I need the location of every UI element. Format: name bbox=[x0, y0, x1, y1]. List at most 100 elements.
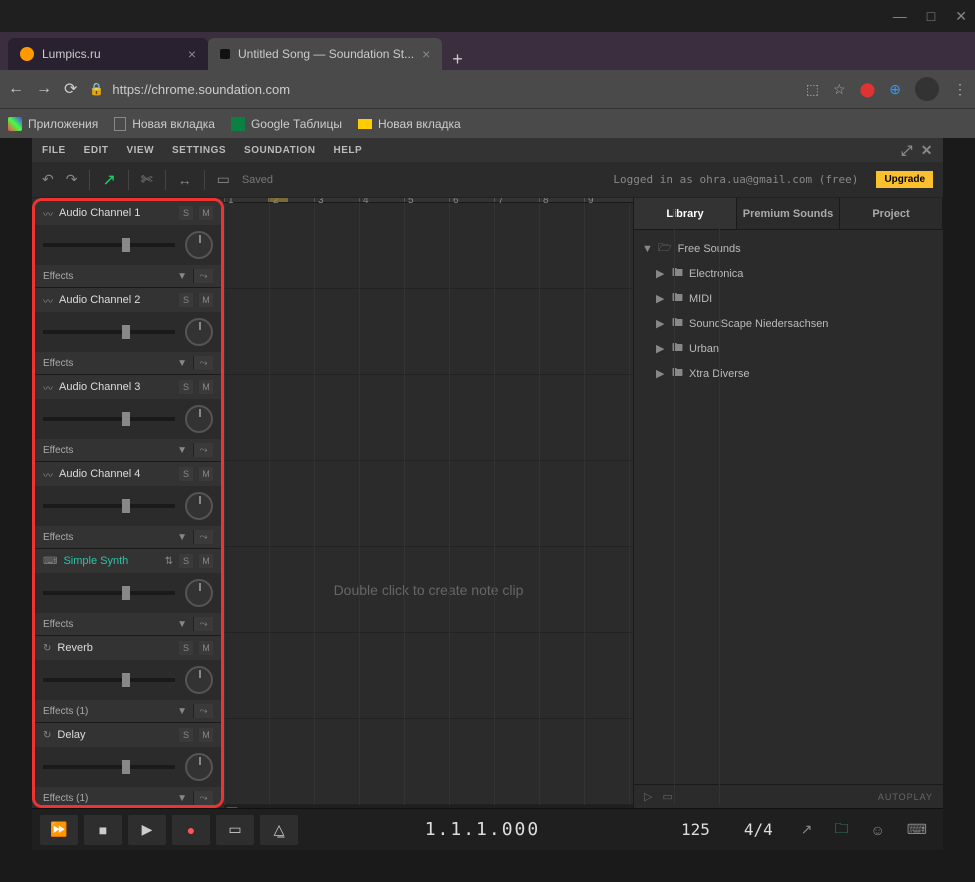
channel-name[interactable]: Simple Synth bbox=[63, 555, 158, 567]
piano-icon[interactable]: ⌨ bbox=[899, 821, 935, 838]
fx-route-button[interactable]: ⤳ bbox=[193, 530, 213, 544]
track-row[interactable] bbox=[224, 289, 633, 375]
tab-soundation[interactable]: Untitled Song — Soundation St... × bbox=[208, 38, 442, 70]
translate-icon[interactable]: ⬚ bbox=[806, 81, 819, 98]
volume-slider[interactable] bbox=[43, 765, 175, 769]
rewind-button[interactable]: ⏩ bbox=[40, 815, 78, 845]
dropdown-icon[interactable]: ▼ bbox=[177, 619, 187, 630]
volume-slider[interactable] bbox=[43, 504, 175, 508]
mute-button[interactable]: M bbox=[199, 206, 213, 220]
effects-row[interactable]: Effects ▼ ⤳ bbox=[35, 526, 221, 548]
dropdown-icon[interactable]: ▼ bbox=[177, 271, 187, 282]
menu-settings[interactable]: SETTINGS bbox=[172, 145, 226, 156]
slider-thumb[interactable] bbox=[122, 238, 130, 252]
undo-button[interactable]: ↶ bbox=[42, 171, 54, 188]
fx-route-button[interactable]: ⤳ bbox=[193, 443, 213, 457]
solo-button[interactable]: S bbox=[179, 293, 193, 307]
pan-knob[interactable] bbox=[185, 231, 213, 259]
track-row[interactable] bbox=[224, 203, 633, 289]
profile-avatar[interactable] bbox=[915, 77, 939, 101]
channel-header[interactable]: 〰 Audio Channel 4 S M bbox=[35, 462, 221, 486]
bookmark-item[interactable]: Новая вкладка bbox=[114, 117, 215, 131]
share-icon[interactable]: ↗ bbox=[793, 821, 821, 838]
slider-thumb[interactable] bbox=[122, 325, 130, 339]
dropdown-icon[interactable]: ▼ bbox=[177, 706, 187, 717]
mute-button[interactable]: M bbox=[199, 728, 213, 742]
dropdown-icon[interactable]: ▼ bbox=[177, 358, 187, 369]
channel-name[interactable]: Audio Channel 3 bbox=[59, 381, 173, 393]
effects-row[interactable]: Effects ▼ ⤳ bbox=[35, 613, 221, 635]
solo-button[interactable]: S bbox=[179, 728, 193, 742]
track-row[interactable]: Double click to create note clip bbox=[224, 547, 633, 633]
maximize-button[interactable]: □ bbox=[927, 8, 935, 24]
channel-header[interactable]: ↻ Delay S M bbox=[35, 723, 221, 747]
cut-tool[interactable]: ✄ bbox=[141, 171, 153, 188]
channel-name[interactable]: Audio Channel 2 bbox=[59, 294, 173, 306]
volume-slider[interactable] bbox=[43, 678, 175, 682]
pointer-tool[interactable]: ↗ bbox=[102, 170, 115, 190]
upgrade-button[interactable]: Upgrade bbox=[876, 171, 933, 188]
tab-premium[interactable]: Premium Sounds bbox=[737, 198, 840, 229]
tempo-display[interactable]: 125 bbox=[667, 820, 724, 839]
track-row[interactable] bbox=[224, 719, 633, 805]
slider-thumb[interactable] bbox=[122, 673, 130, 687]
url-field[interactable]: 🔒 https://chrome.soundation.com bbox=[89, 82, 793, 97]
menu-help[interactable]: HELP bbox=[334, 145, 363, 156]
save-icon[interactable]: ▭ bbox=[217, 171, 230, 188]
scroll-thumb[interactable] bbox=[226, 807, 238, 808]
forward-button[interactable]: → bbox=[36, 80, 52, 98]
tree-item[interactable]: ▶ 🖿 Urban bbox=[638, 336, 939, 361]
apps-bookmark[interactable]: Приложения bbox=[8, 117, 98, 131]
effects-row[interactable]: Effects ▼ ⤳ bbox=[35, 439, 221, 461]
tree-root[interactable]: ▼ 🗁 Free Sounds bbox=[638, 236, 939, 261]
expand-icon[interactable]: ⤢ bbox=[901, 142, 913, 159]
channel-name[interactable]: Delay bbox=[57, 729, 173, 741]
effects-row[interactable]: Effects (1) ▼ ⤳ bbox=[35, 700, 221, 722]
track-row[interactable] bbox=[224, 461, 633, 547]
position-display[interactable]: 1.1.1.000 bbox=[304, 819, 661, 840]
stretch-tool[interactable]: ↔ bbox=[178, 172, 192, 188]
pan-knob[interactable] bbox=[185, 492, 213, 520]
tab-close-icon[interactable]: × bbox=[188, 46, 196, 62]
back-button[interactable]: ← bbox=[8, 80, 24, 98]
bookmark-item[interactable]: Google Таблицы bbox=[231, 117, 342, 131]
channel-header[interactable]: 〰 Audio Channel 2 S M bbox=[35, 288, 221, 312]
slider-thumb[interactable] bbox=[122, 586, 130, 600]
tab-library[interactable]: Library bbox=[634, 198, 737, 229]
menu-icon[interactable]: ⋮ bbox=[953, 81, 967, 98]
play-preview-icon[interactable]: ▷ bbox=[644, 790, 652, 803]
tab-project[interactable]: Project bbox=[840, 198, 943, 229]
loop-button[interactable]: ▭ bbox=[216, 815, 254, 845]
pan-knob[interactable] bbox=[185, 579, 213, 607]
reload-button[interactable]: ⟳ bbox=[64, 79, 77, 99]
menu-file[interactable]: FILE bbox=[42, 145, 66, 156]
tracks-area[interactable]: Double click to create note clip bbox=[224, 203, 633, 805]
horizontal-scrollbar[interactable] bbox=[224, 805, 633, 808]
effects-row[interactable]: Effects ▼ ⤳ bbox=[35, 352, 221, 374]
channel-header[interactable]: ↻ Reverb S M bbox=[35, 636, 221, 660]
effects-row[interactable]: Effects (1) ▼ ⤳ bbox=[35, 787, 221, 808]
fx-route-button[interactable]: ⤳ bbox=[193, 269, 213, 283]
track-row[interactable] bbox=[224, 375, 633, 461]
volume-slider[interactable] bbox=[43, 591, 175, 595]
mute-button[interactable]: M bbox=[199, 554, 213, 568]
tree-item[interactable]: ▶ 🖿 Electronica bbox=[638, 261, 939, 286]
dropdown-icon[interactable]: ▼ bbox=[177, 532, 187, 543]
channel-header[interactable]: 〰 Audio Channel 3 S M bbox=[35, 375, 221, 399]
record-button[interactable]: ● bbox=[172, 815, 210, 845]
slider-thumb[interactable] bbox=[122, 412, 130, 426]
channel-name[interactable]: Audio Channel 4 bbox=[59, 468, 173, 480]
track-row[interactable] bbox=[224, 633, 633, 719]
play-button[interactable]: ▶ bbox=[128, 815, 166, 845]
mute-button[interactable]: M bbox=[199, 641, 213, 655]
folder-icon[interactable]: 🗀 bbox=[826, 818, 856, 842]
tab-lumpics[interactable]: Lumpics.ru × bbox=[8, 38, 208, 70]
channel-header[interactable]: 〰 Audio Channel 1 S M bbox=[35, 201, 221, 225]
mute-button[interactable]: M bbox=[199, 467, 213, 481]
tree-item[interactable]: ▶ 🖿 Xtra Diverse bbox=[638, 361, 939, 386]
dropdown-icon[interactable]: ⇅ bbox=[165, 556, 173, 567]
menu-view[interactable]: VIEW bbox=[126, 145, 154, 156]
menu-soundation[interactable]: SOUNDATION bbox=[244, 145, 315, 156]
volume-slider[interactable] bbox=[43, 243, 175, 247]
app-close-icon[interactable]: ✕ bbox=[921, 142, 933, 159]
